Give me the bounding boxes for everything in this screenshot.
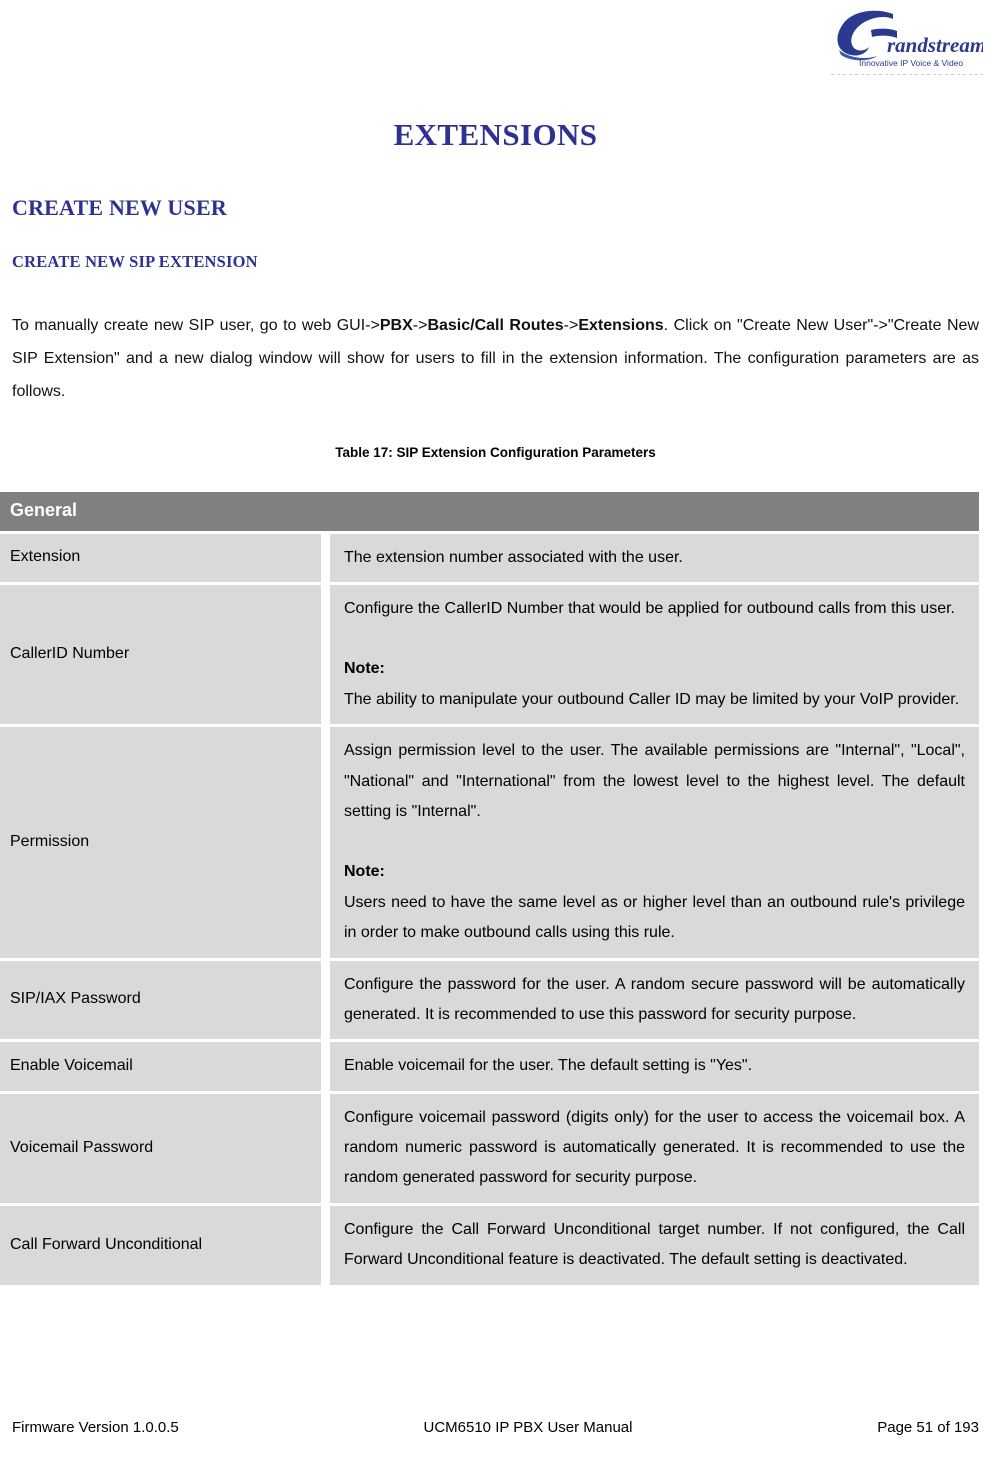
table-row: Call Forward Unconditional Configure the … [0,1205,979,1285]
parameter-description: Configure the password for the user. A r… [330,960,979,1040]
page-title: EXTENSIONS [393,117,598,152]
description-text: Configure the password for the user. A r… [344,975,965,1023]
column-divider [321,1042,330,1091]
intro-part-2: -> [412,317,428,335]
table-row: SIP/IAX Password Configure the password f… [0,960,979,1040]
parameter-label: Voicemail Password [0,1093,321,1203]
subsection-heading-create-new-sip-extension: CREATE NEW SIP EXTENSION [12,252,258,272]
parameter-label: SIP/IAX Password [0,960,321,1040]
description-text: Configure voicemail password (digits onl… [344,1108,965,1187]
table-row: Permission Assign permission level to the… [0,727,979,958]
footer-manual-title: UCM6510 IP PBX User Manual [423,1419,633,1436]
parameter-description: Assign permission level to the user. The… [330,727,979,958]
sip-extension-parameters-table: General Extension The extension number as… [0,492,979,1285]
column-divider [321,1093,330,1203]
page-content: EXTENSIONS CREATE NEW USER CREATE NEW SI… [12,92,979,461]
parameter-description: Configure the Call Forward Unconditional… [330,1205,979,1285]
intro-paragraph: To manually create new SIP user, go to w… [12,310,979,408]
logo-wordmark-text: randstream [887,33,983,57]
intro-part-3: -> [563,317,579,335]
table-row: CallerID Number Configure the CallerID Nu… [0,584,979,725]
column-divider [321,584,330,725]
note-label: Note: [344,863,385,881]
column-divider [321,533,330,582]
note-label: Note: [344,660,385,678]
parameter-label: Extension [0,533,321,582]
parameter-label: Enable Voicemail [0,1042,321,1091]
description-text: Configure the Call Forward Unconditional… [344,1220,965,1269]
table-caption: Table 17: SIP Extension Configuration Pa… [335,444,656,460]
footer-firmware-version: Firmware Version 1.0.0.5 [12,1419,179,1436]
table-row: Voicemail Password Configure voicemail pa… [0,1093,979,1203]
description-text: The extension number associated with the… [344,548,683,566]
intro-bold-extensions: Extensions [578,317,664,335]
table-group-header-row: General [0,492,979,531]
table-row: Extension The extension number associated… [0,533,979,582]
parameter-description: Configure voicemail password (digits onl… [330,1093,979,1203]
intro-part-1: To manually create new SIP user, go to w… [12,317,380,335]
parameter-description: Configure the CallerID Number that would… [330,584,979,725]
description-text: Configure the CallerID Number that would… [344,599,955,617]
parameter-label: CallerID Number [0,584,321,725]
table-row: Enable Voicemail Enable voicemail for the… [0,1042,979,1091]
description-text: Assign permission level to the user. The… [344,742,965,820]
parameter-label: Permission [0,727,321,958]
page-footer: Firmware Version 1.0.0.5 UCM6510 IP PBX … [12,1419,979,1436]
parameter-label: Call Forward Unconditional [0,1205,321,1285]
column-divider [321,960,330,1040]
note-text: The ability to manipulate your outbound … [344,690,960,708]
description-text: Enable voicemail for the user. The defau… [344,1057,753,1075]
parameter-description: The extension number associated with the… [330,533,979,582]
page-header: randstream Innovative IP Voice & Video [0,0,991,92]
intro-bold-basic-call-routes: Basic/Call Routes [427,317,564,335]
parameter-description: Enable voicemail for the user. The defau… [330,1042,979,1091]
footer-page-number: Page 51 of 193 [877,1419,979,1436]
grandstream-logo-svg: randstream Innovative IP Voice & Video [837,10,983,68]
note-text: Users need to have the same level as or … [344,893,965,942]
table-rows-host: Extension The extension number associated… [0,533,979,1285]
section-heading-create-new-user: CREATE NEW USER [12,195,227,221]
logo-tagline-text: Innovative IP Voice & Video [859,58,963,68]
intro-bold-pbx: PBX [379,317,413,335]
header-divider-rule [831,74,983,75]
table-group-header-general: General [0,492,979,531]
column-divider [321,1205,330,1285]
column-divider [321,727,330,958]
grandstream-logo: randstream Innovative IP Voice & Video [831,8,983,74]
table-body: General [0,492,979,534]
